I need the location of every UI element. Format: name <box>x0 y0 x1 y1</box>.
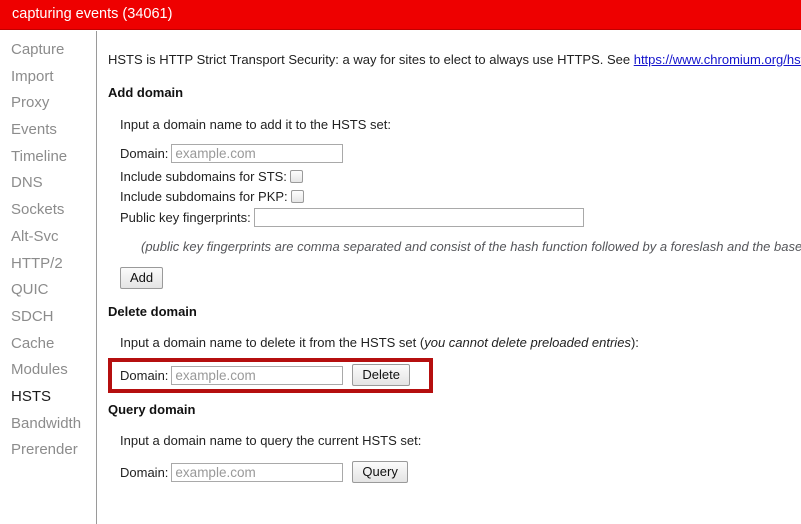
sidebar-item-dns[interactable]: DNS <box>0 170 96 197</box>
include-subdomains-sts-checkbox[interactable] <box>289 170 303 183</box>
sidebar-item-bandwidth[interactable]: Bandwidth <box>0 411 96 438</box>
include-subdomains-pkp-row: Include subdomains for PKP: <box>120 189 304 204</box>
delete-domain-instruction-before: Input a domain name to delete it from th… <box>120 335 425 350</box>
query-domain-heading: Query domain <box>108 402 196 417</box>
sidebar-nav: Capture Import Proxy Events Timeline DNS… <box>0 31 97 524</box>
sidebar-item-sdch[interactable]: SDCH <box>0 304 96 331</box>
sidebar-item-timeline[interactable]: Timeline <box>0 144 96 171</box>
include-subdomains-sts-row: Include subdomains for STS: <box>120 169 303 184</box>
sidebar-item-import[interactable]: Import <box>0 64 96 91</box>
add-button-row: Add <box>120 267 164 289</box>
sidebar-item-label: Proxy <box>11 94 50 112</box>
public-key-fingerprints-row: Public key fingerprints: <box>120 208 584 227</box>
sidebar-item-label: Events <box>11 121 57 139</box>
capture-status-text: capturing events (34061) <box>12 6 173 22</box>
public-key-fingerprints-note: (public key fingerprints are comma separ… <box>141 239 801 254</box>
sidebar-item-label: DNS <box>11 174 43 192</box>
include-subdomains-pkp-label: Include subdomains for PKP: <box>120 189 288 204</box>
chromium-hsts-link[interactable]: https://www.chromium.org/hsts <box>634 52 801 67</box>
sidebar-item-label: SDCH <box>11 307 54 325</box>
sidebar-item-http2[interactable]: HTTP/2 <box>0 251 96 278</box>
delete-button[interactable]: Delete <box>352 364 410 386</box>
query-domain-label: Domain: <box>120 464 169 480</box>
add-domain-instruction: Input a domain name to add it to the HST… <box>120 117 391 132</box>
public-key-fingerprints-label: Public key fingerprints: <box>120 210 251 225</box>
include-subdomains-pkp-checkbox[interactable] <box>290 190 304 203</box>
delete-domain-instruction-after: ): <box>630 335 639 350</box>
sidebar-item-events[interactable]: Events <box>0 117 96 144</box>
sidebar-item-label: Alt-Svc <box>11 227 59 245</box>
query-domain-input[interactable] <box>171 462 344 482</box>
include-subdomains-sts-label: Include subdomains for STS: <box>120 169 287 184</box>
query-button[interactable]: Query <box>352 461 408 483</box>
add-domain-label: Domain: <box>120 146 169 161</box>
delete-domain-label: Domain: <box>120 367 169 383</box>
sidebar-item-quic[interactable]: QUIC <box>0 277 96 304</box>
sidebar-item-label: HSTS <box>11 387 52 405</box>
sidebar-item-label: HTTP/2 <box>11 254 63 272</box>
hsts-description: HSTS is HTTP Strict Transport Security: … <box>108 52 801 67</box>
add-domain-field-row: Domain: <box>120 144 344 163</box>
sidebar-item-label: Modules <box>11 361 68 379</box>
hsts-description-text: HSTS is HTTP Strict Transport Security: … <box>108 52 634 67</box>
query-domain-instruction: Input a domain name to query the current… <box>120 433 422 448</box>
sidebar-item-alt-svc[interactable]: Alt-Svc <box>0 224 96 251</box>
delete-domain-field-row: Domain: Delete <box>120 364 410 386</box>
public-key-fingerprints-input[interactable] <box>253 208 584 227</box>
add-domain-input[interactable] <box>171 144 344 163</box>
hsts-panel: HSTS is HTTP Strict Transport Security: … <box>98 31 801 524</box>
sidebar-item-label: Prerender <box>11 441 78 459</box>
sidebar-item-modules[interactable]: Modules <box>0 357 96 384</box>
delete-domain-instruction-italic: you cannot delete preloaded entries <box>424 335 631 350</box>
sidebar-item-label: Sockets <box>11 201 65 219</box>
sidebar-item-hsts[interactable]: HSTS <box>0 384 96 411</box>
sidebar-item-prerender[interactable]: Prerender <box>0 437 96 464</box>
sidebar-item-label: Bandwidth <box>11 414 82 432</box>
sidebar-item-label: Capture <box>11 41 65 58</box>
sidebar-item-label: Import <box>11 67 54 85</box>
delete-domain-heading: Delete domain <box>108 304 197 319</box>
add-domain-heading: Add domain <box>108 85 184 100</box>
sidebar-item-sockets[interactable]: Sockets <box>0 197 96 224</box>
sidebar-item-cache[interactable]: Cache <box>0 331 96 358</box>
sidebar-item-capture[interactable]: Capture <box>0 37 96 64</box>
capture-status-bar: capturing events (34061) <box>0 0 801 30</box>
delete-domain-instruction: Input a domain name to delete it from th… <box>120 335 639 350</box>
add-button[interactable]: Add <box>120 267 164 289</box>
sidebar-item-label: Timeline <box>11 147 68 165</box>
query-domain-field-row: Domain: Query <box>120 461 408 483</box>
sidebar-item-proxy[interactable]: Proxy <box>0 90 96 117</box>
sidebar-item-label: QUIC <box>11 281 49 299</box>
sidebar-item-label: Cache <box>11 334 55 352</box>
delete-domain-input[interactable] <box>171 365 344 385</box>
